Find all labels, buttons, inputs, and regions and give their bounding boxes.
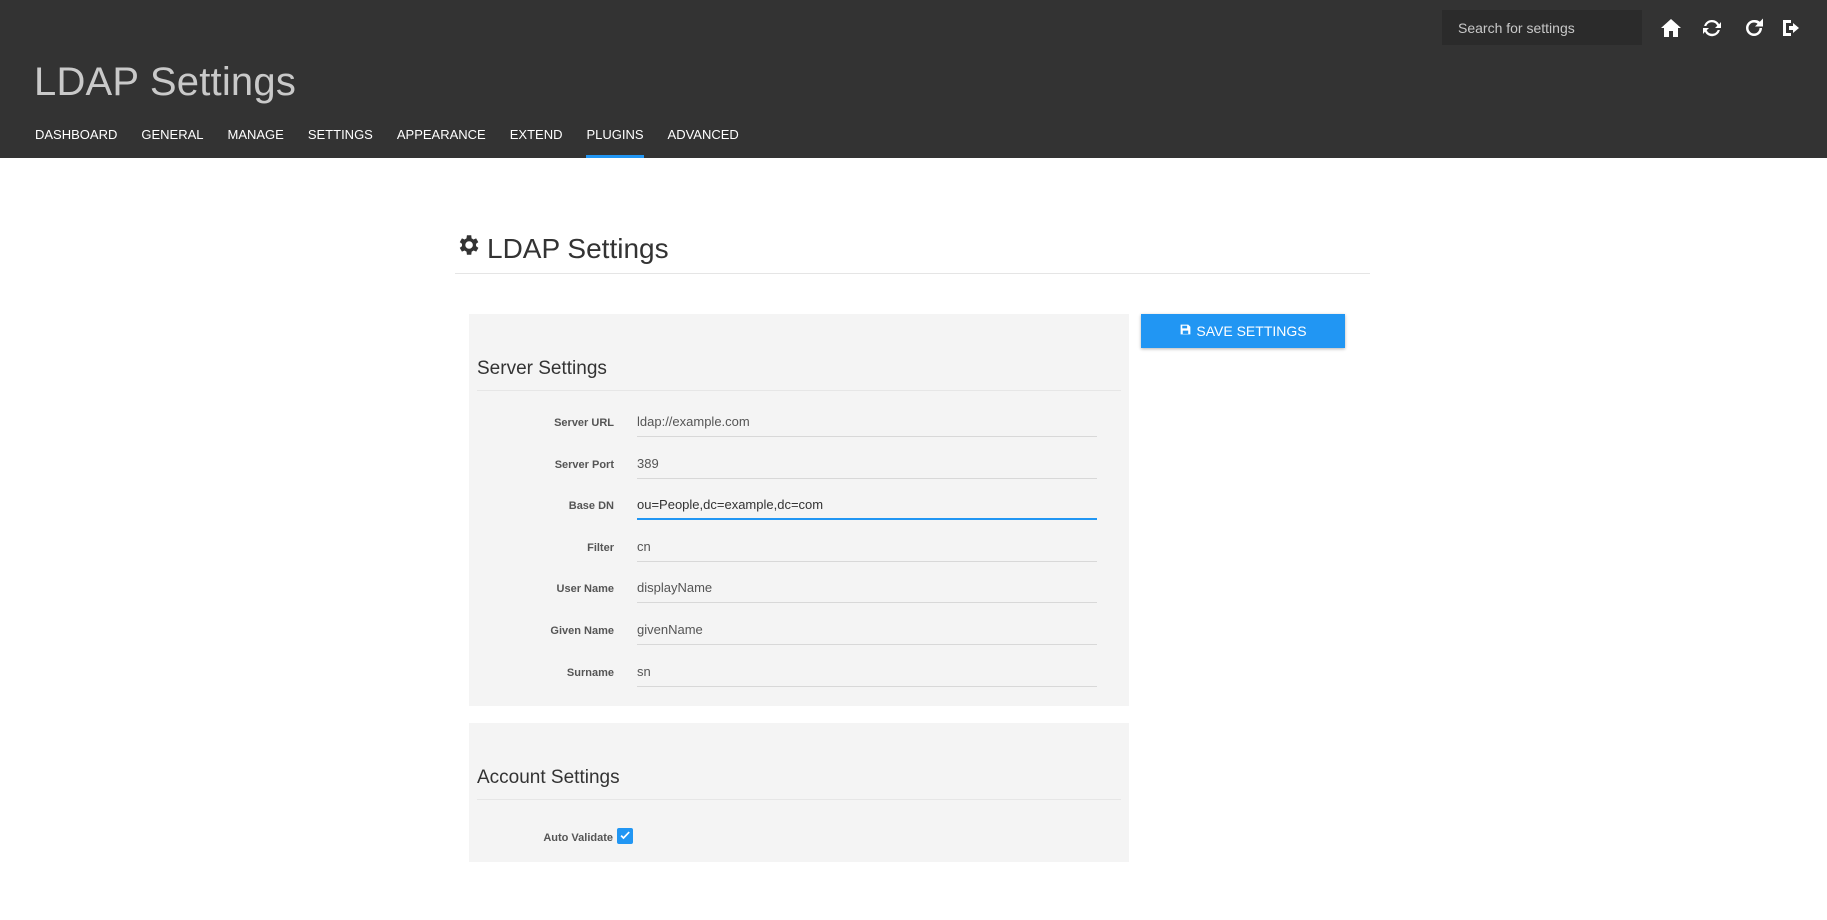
user-name-label: User Name	[556, 583, 614, 596]
auto-validate-row: Auto Validate	[469, 826, 1129, 866]
server-settings-heading: Server Settings	[477, 358, 1121, 391]
filter-input[interactable]	[637, 531, 1097, 562]
nav-plugins[interactable]: PLUGINS	[586, 120, 644, 158]
server-url-input[interactable]	[637, 407, 1097, 437]
nav-dashboard[interactable]: DASHBOARD	[35, 120, 117, 158]
auto-validate-checkbox[interactable]	[617, 828, 633, 844]
surname-row: Surname	[469, 653, 1129, 695]
nav-appearance[interactable]: APPEARANCE	[397, 120, 486, 158]
user-name-row: User Name	[469, 569, 1129, 611]
server-port-input[interactable]	[637, 448, 1097, 479]
server-port-label: Server Port	[554, 458, 614, 471]
server-port-row: Server Port	[469, 445, 1129, 487]
logout-icon[interactable]	[1779, 16, 1803, 40]
checkmark-icon	[620, 831, 630, 840]
account-settings-panel: Account Settings Auto Validate	[469, 723, 1129, 862]
account-settings-heading: Account Settings	[477, 767, 1121, 800]
top-header: LDAP Settings DASHBOARD GENERAL MANAGE S…	[0, 0, 1827, 158]
filter-label: Filter	[587, 541, 614, 554]
server-url-row: Server URL	[469, 403, 1129, 445]
nav-settings[interactable]: SETTINGS	[308, 120, 373, 158]
given-name-row: Given Name	[469, 611, 1129, 653]
base-dn-row: Base DN	[469, 486, 1129, 528]
page-title-wrap: LDAP Settings	[455, 232, 1370, 274]
base-dn-label: Base DN	[568, 500, 614, 513]
nav-general[interactable]: GENERAL	[141, 120, 203, 158]
reload-icon[interactable]	[1742, 16, 1766, 40]
given-name-input[interactable]	[637, 614, 1097, 645]
filter-row: Filter	[469, 528, 1129, 570]
given-name-label: Given Name	[550, 624, 614, 637]
surname-input[interactable]	[637, 656, 1097, 687]
gear-icon	[455, 232, 487, 265]
server-url-label: Server URL	[554, 417, 614, 429]
base-dn-input[interactable]	[637, 490, 1097, 521]
main-nav: DASHBOARD GENERAL MANAGE SETTINGS APPEAR…	[35, 120, 763, 158]
save-settings-label: SAVE SETTINGS	[1196, 323, 1307, 339]
surname-label: Surname	[566, 666, 614, 679]
nav-advanced[interactable]: ADVANCED	[668, 120, 739, 158]
save-settings-button[interactable]: SAVE SETTINGS	[1141, 314, 1345, 348]
auto-validate-label: Auto Validate	[543, 832, 613, 844]
app-title: LDAP Settings	[34, 60, 297, 104]
floppy-disk-icon	[1179, 323, 1196, 339]
user-name-input[interactable]	[637, 573, 1097, 604]
settings-search-input[interactable]	[1442, 10, 1642, 45]
server-settings-panel: Server Settings Server URL Server Port B…	[469, 314, 1129, 706]
nav-extend[interactable]: EXTEND	[510, 120, 563, 158]
home-icon[interactable]	[1659, 16, 1683, 40]
page-title: LDAP Settings	[487, 232, 669, 264]
nav-manage[interactable]: MANAGE	[228, 120, 284, 158]
refresh-icon[interactable]	[1700, 16, 1724, 40]
